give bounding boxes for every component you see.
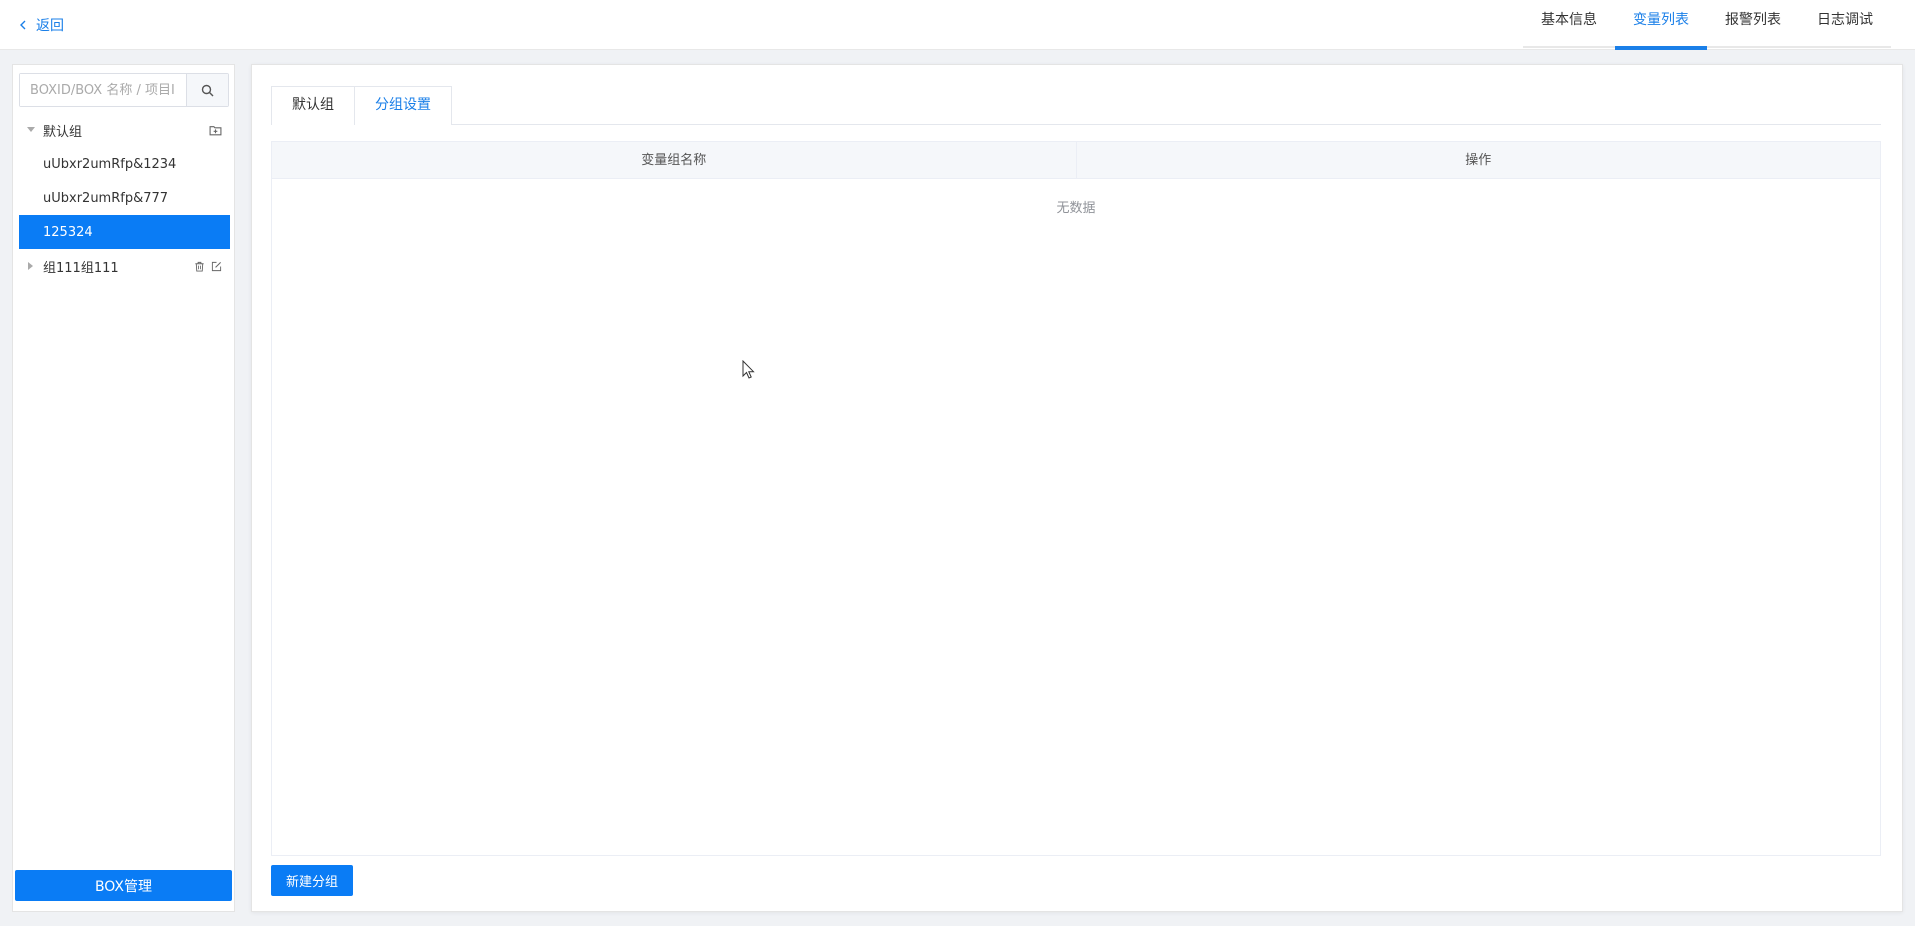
tree-item[interactable]: uUbxr2umRfp&777 <box>19 181 230 215</box>
group-tabs: 默认组 分组设置 <box>271 86 1881 126</box>
tab-log-debug[interactable]: 日志调试 <box>1799 0 1891 48</box>
caret-down-icon[interactable] <box>19 127 43 133</box>
page-tabs: 基本信息 变量列表 报警列表 日志调试 <box>1523 0 1891 50</box>
tab-variable-list[interactable]: 变量列表 <box>1615 0 1707 50</box>
search-input[interactable] <box>20 74 186 106</box>
tree-group-label: 组111组111 <box>43 260 119 276</box>
group-tree: 默认组 uUbxr2umRfp&1234 uUbxr2umRfp&777 125… <box>19 113 230 283</box>
new-group-button[interactable]: 新建分组 <box>271 865 354 896</box>
tree-item-label: uUbxr2umRfp&1234 <box>43 156 177 172</box>
tree-item-label: uUbxr2umRfp&777 <box>43 190 169 206</box>
caret-right-icon[interactable] <box>19 262 43 270</box>
back-link[interactable]: 返回 <box>18 14 64 36</box>
column-header-group-name: 变量组名称 <box>641 153 707 168</box>
search-box <box>19 73 229 107</box>
add-folder-icon[interactable] <box>209 124 222 137</box>
tab-group-settings[interactable]: 分组设置 <box>354 86 452 126</box>
tree-item[interactable]: uUbxr2umRfp&1234 <box>19 147 230 181</box>
top-bar: 返回 基本信息 变量列表 报警列表 日志调试 <box>0 0 1915 50</box>
tree-group-label: 默认组 <box>43 124 83 140</box>
table-header: 变量组名称 操作 <box>272 142 1880 179</box>
row-actions <box>209 124 222 137</box>
variable-group-table: 变量组名称 操作 无数据 <box>271 141 1881 856</box>
tab-alarm-list[interactable]: 报警列表 <box>1707 0 1799 48</box>
tab-basic-info[interactable]: 基本信息 <box>1523 0 1615 48</box>
delete-icon[interactable] <box>194 261 205 272</box>
box-management-button[interactable]: BOX管理 <box>15 870 232 901</box>
tree-item-label: 125324 <box>43 224 93 240</box>
tree-group-default[interactable]: 默认组 <box>19 113 230 147</box>
column-header-actions: 操作 <box>1075 142 1881 178</box>
row-actions <box>194 261 222 272</box>
main-panel: 默认组 分组设置 变量组名称 操作 无数据 新建分组 <box>251 64 1903 912</box>
edit-icon[interactable] <box>211 261 222 272</box>
search-button[interactable] <box>186 74 228 106</box>
empty-state: 无数据 <box>1056 201 1096 216</box>
tree-item-selected[interactable]: 125324 <box>19 215 230 249</box>
back-label: 返回 <box>36 18 64 34</box>
mouse-cursor-icon <box>742 360 755 379</box>
tab-default-group[interactable]: 默认组 <box>271 86 355 125</box>
chevron-left-icon <box>20 20 26 30</box>
search-icon <box>201 84 214 96</box>
sidebar: 默认组 uUbxr2umRfp&1234 uUbxr2umRfp&777 125… <box>12 64 235 912</box>
tree-group-other[interactable]: 组111组111 <box>19 249 230 283</box>
